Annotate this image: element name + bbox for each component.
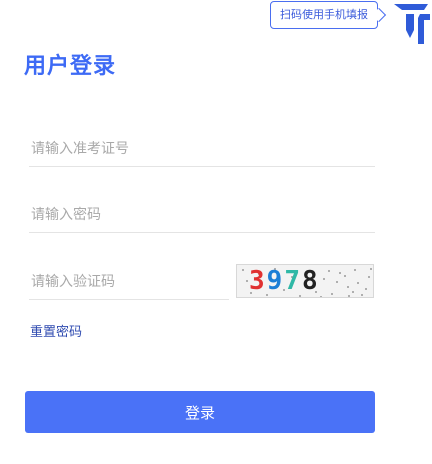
exam-id-input[interactable] xyxy=(29,131,375,167)
reset-password-link[interactable]: 重置密码 xyxy=(30,321,82,340)
captcha-digits: 3978 xyxy=(249,266,320,296)
qr-scan-tooltip-text: 扫码使用手机填报 xyxy=(280,8,368,21)
captcha-input[interactable] xyxy=(29,264,229,300)
qr-code-corner-icon[interactable] xyxy=(388,0,432,44)
captcha-digit: 7 xyxy=(284,266,302,296)
captcha-image[interactable]: 3978 xyxy=(236,264,374,298)
captcha-digit: 3 xyxy=(249,266,267,296)
page-title: 用户登录 xyxy=(24,54,117,79)
captcha-digit: 8 xyxy=(301,266,320,296)
captcha-digit: 9 xyxy=(266,266,285,296)
tooltip-arrow xyxy=(371,7,387,23)
login-button[interactable]: 登录 xyxy=(25,391,375,433)
password-input[interactable] xyxy=(29,197,375,233)
qr-scan-tooltip: 扫码使用手机填报 xyxy=(270,1,387,29)
